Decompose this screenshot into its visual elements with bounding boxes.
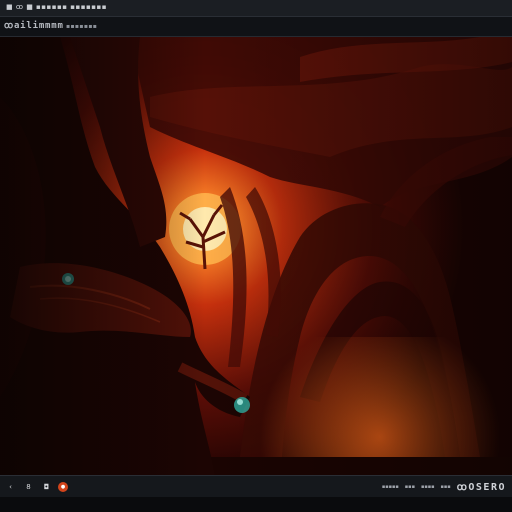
status-text-3: ▪▪▪▪: [420, 484, 435, 490]
status-label: ꝏOSERO: [456, 481, 506, 493]
status-bar: ‹ 8 ◘ ● ▪▪▪▪▪ ▪▪▪ ▪▪▪▪ ▪▪▪ ꝏOSERO: [0, 475, 512, 498]
toolbar-label[interactable]: ꝏailimmmm: [4, 21, 64, 31]
prev-icon[interactable]: ‹: [4, 481, 17, 494]
app-window: ■ ꝏ ■ ▪▪▪▪▪▪ ▪▪▪▪▪▪▪ ꝏailimmmm ▪▪▪▪▪▪▪ ‹…: [0, 0, 512, 512]
toolbar-sublabel: ▪▪▪▪▪▪▪: [66, 23, 98, 30]
status-text-1: ▪▪▪▪▪: [381, 484, 399, 490]
title-bar: ■ ꝏ ■ ▪▪▪▪▪▪ ▪▪▪▪▪▪▪: [0, 0, 512, 17]
record-icon[interactable]: ●: [58, 482, 68, 492]
toolbar: ꝏailimmmm ▪▪▪▪▪▪▪: [0, 17, 512, 37]
status-text-2: ▪▪▪: [404, 484, 415, 490]
status-info: ▪▪▪▪▪ ▪▪▪ ▪▪▪▪ ▪▪▪ ꝏOSERO: [382, 481, 506, 493]
status-text-4: ▪▪▪: [440, 484, 451, 490]
scene-canvas: [0, 37, 512, 475]
playback-controls: ‹ 8 ◘ ●: [4, 480, 68, 494]
camera-icon[interactable]: ◘: [40, 481, 53, 494]
bottom-strip: [0, 497, 512, 512]
frame-icon[interactable]: 8: [22, 481, 35, 494]
window-title: ■ ꝏ ■ ▪▪▪▪▪▪ ▪▪▪▪▪▪▪: [6, 3, 107, 11]
render-viewport[interactable]: [0, 37, 512, 475]
